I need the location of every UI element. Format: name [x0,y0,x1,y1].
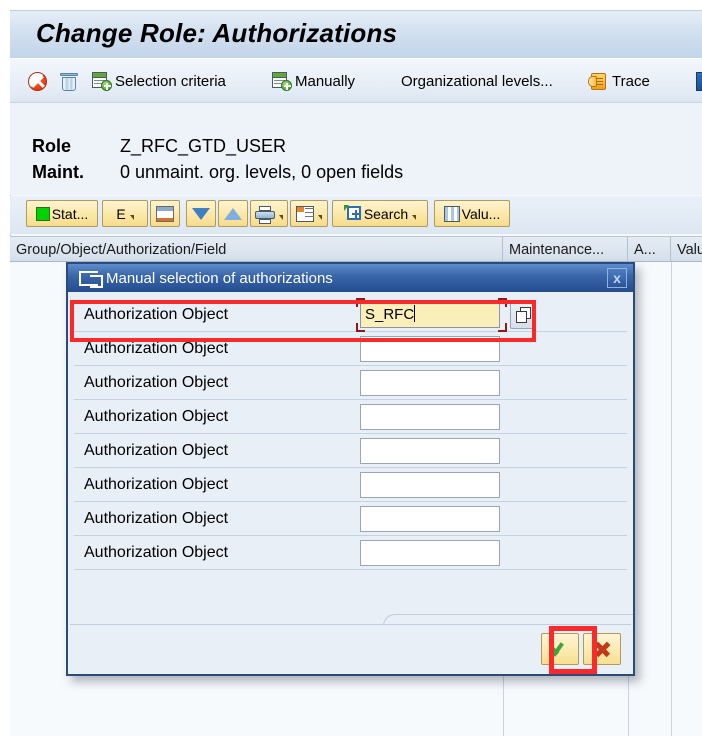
authorization-object-label-6: Authorization Object [74,476,354,494]
authorization-object-input-2[interactable] [360,336,500,362]
authorization-object-label-1: Authorization Object [74,306,354,324]
toolbar2-button-table[interactable] [290,200,328,227]
info-icon: i [696,72,702,91]
confirm-button[interactable] [541,633,579,665]
toolbar-button-manually[interactable]: Manually [272,67,355,95]
toolbar2-button-filter-down[interactable] [186,200,216,227]
page-title: Change Role: Authorizations [36,18,397,49]
print-icon [255,206,275,222]
window-titlebar: Change Role: Authorizations [10,11,702,59]
application-toolbar: Selection criteria Manually Organization… [10,59,702,103]
authorization-object-row-2: Authorization Object [74,332,627,366]
x-mark-icon [593,640,612,658]
toolbar-label-selection-criteria: Selection criteria [114,73,226,90]
green-square-icon [36,207,50,221]
authorization-object-row-1: Authorization Object S_RFC [74,298,627,332]
search-icon [344,205,362,222]
selection-criteria-icon [92,72,111,90]
chevron-down-icon-search [412,215,416,220]
toolbar2-label-e: E [116,206,125,222]
filter-down-icon [192,208,210,220]
toolbar-label-trace: Trace [611,73,650,90]
toolbar-button-delete[interactable] [60,67,78,95]
dialog-title: Manual selection of authorizations [106,270,333,287]
toolbar-button-cancel[interactable] [28,67,47,95]
authorization-object-label-2: Authorization Object [74,340,354,358]
chevron-down-icon [130,215,134,220]
authorization-object-label-5: Authorization Object [74,442,354,460]
columns-icon [444,206,460,222]
authorization-object-input-1[interactable]: S_RFC [360,302,500,328]
authorization-object-row-5: Authorization Object [74,434,627,468]
toolbar2-button-grid[interactable] [150,200,180,227]
toolbar2-button-search[interactable]: Search [332,200,428,227]
dialog-window-icon [79,271,98,286]
toolbar2-button-filter-up[interactable] [218,200,248,227]
toolbar2-button-e[interactable]: E [102,200,148,227]
authorization-object-label-3: Authorization Object [74,374,354,392]
authorization-object-input-8[interactable] [360,540,500,566]
toolbar2-label-values: Valu... [462,206,501,222]
trace-icon [588,72,608,91]
manual-selection-dialog: Manual selection of authorizations x Aut… [66,262,635,676]
manually-icon [272,72,291,90]
column-header-maintenance[interactable]: Maintenance... [503,237,628,262]
maint-label: Maint. [32,162,84,182]
dialog-footer [70,624,631,672]
toolbar2-button-status[interactable]: Stat... [26,200,98,227]
matchcode-button-1[interactable] [510,301,536,329]
dialog-body: Authorization Object S_RFC Authorization… [68,292,633,674]
maint-label-row: Maint. [32,162,84,183]
toolbar-label-organizational-levels: Organizational levels... [400,73,553,90]
grid-icon [156,206,174,222]
authorization-object-row-6: Authorization Object [74,468,627,502]
toolbar2-button-values[interactable]: Valu... [434,200,510,227]
cancel-button[interactable] [583,633,621,665]
chevron-down-icon-print [279,215,283,220]
toolbar-button-selection-criteria[interactable]: Selection criteria [92,67,226,95]
checkmark-icon [550,640,570,658]
toolbar-button-organizational-levels[interactable]: Organizational levels... [400,67,553,95]
role-label: Role [32,136,71,156]
authorization-object-row-4: Authorization Object [74,400,627,434]
authorization-object-label-4: Authorization Object [74,408,354,426]
sap-gui-screen: Change Role: Authorizations Selection cr… [0,0,702,736]
column-header-a[interactable]: A... [628,237,671,262]
authorization-object-field-list: Authorization Object S_RFC Authorization… [74,298,627,570]
close-icon[interactable]: x [607,268,627,288]
authorization-object-row-3: Authorization Object [74,366,627,400]
authorization-object-input-6[interactable] [360,472,500,498]
toolbar-button-trace[interactable]: Trace [588,67,650,95]
authorization-object-label-8: Authorization Object [74,544,354,562]
column-header-group-object[interactable]: Group/Object/Authorization/Field [10,237,503,262]
column-header-value[interactable]: Valu [671,237,702,262]
toolbar2-label-search: Search [364,206,408,222]
toolbar2-button-print[interactable] [250,200,288,227]
role-label-row: Role [32,136,71,157]
authorization-object-input-5[interactable] [360,438,500,464]
authorization-object-input-4[interactable] [360,404,500,430]
chevron-down-icon-table [318,215,322,220]
toolbar2-label-status: Stat... [52,206,89,222]
table-icon [296,206,314,222]
toolbar-button-info[interactable]: i [696,67,702,95]
role-info-block: Role Z_RFC_GTD_USER Maint. 0 unmaint. or… [10,103,702,195]
toolbar-label-manually: Manually [294,73,355,90]
maint-value: 0 unmaint. org. levels, 0 open fields [120,162,403,183]
table-header-row: Group/Object/Authorization/Field Mainten… [10,236,702,262]
authorization-object-row-8: Authorization Object [74,536,627,570]
authorization-object-row-7: Authorization Object [74,502,627,536]
authorization-object-input-3[interactable] [360,370,500,396]
authorization-object-label-7: Authorization Object [74,510,354,528]
authorization-object-input-7[interactable] [360,506,500,532]
filter-up-icon [224,208,242,220]
cancel-icon [28,72,47,91]
table-toolbar: Stat... E Search [10,196,702,234]
dialog-titlebar: Manual selection of authorizations x [68,264,633,292]
trash-icon [60,72,78,91]
column-separator-3 [671,262,672,736]
role-value: Z_RFC_GTD_USER [120,136,286,157]
